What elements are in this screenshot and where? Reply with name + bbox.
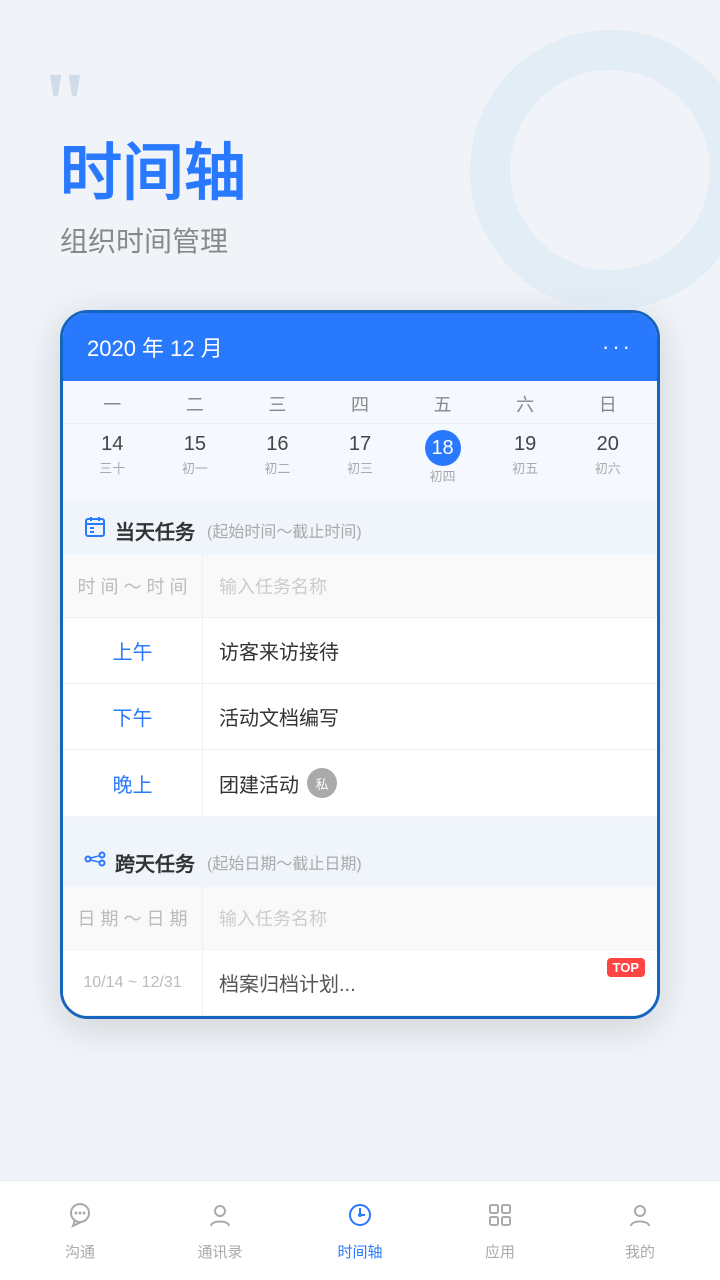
task-name-morning: 访客来访接待	[203, 618, 657, 683]
cross-task-preview-row[interactable]: 10/14 ~ 12/31 档案归档计划... TOP	[63, 950, 657, 1016]
date-16[interactable]: 16 初二	[236, 430, 319, 485]
quote-decoration: "	[40, 60, 90, 150]
task-time-placeholder: 时 间 ～ 时 间	[63, 555, 203, 617]
cross-tasks-sub: (起始日期～截止日期)	[207, 850, 362, 874]
nav-label-contacts: 通讯录	[197, 1241, 242, 1262]
nav-label-timeline: 时间轴	[337, 1241, 382, 1262]
date-14[interactable]: 14 三十	[71, 430, 154, 485]
task-name-afternoon: 活动文档编写	[203, 684, 657, 749]
date-15[interactable]: 15 初一	[154, 430, 237, 485]
daily-tasks-title: 当天任务	[115, 516, 195, 545]
contacts-icon	[205, 1200, 235, 1237]
section-separator	[63, 817, 657, 831]
date-18-today[interactable]: 18 初四	[401, 430, 484, 485]
task-input-row[interactable]: 时 间 ～ 时 间 输入任务名称	[63, 555, 657, 618]
task-row-afternoon[interactable]: 下午 活动文档编写	[63, 684, 657, 750]
task-name-placeholder[interactable]: 输入任务名称	[203, 555, 657, 617]
task-row-morning[interactable]: 上午 访客来访接待	[63, 618, 657, 684]
daily-tasks-icon	[83, 515, 107, 545]
calendar-dates: 14 三十 15 初一 16 初二 17 初三 18 初四 19 初五 20 初…	[63, 424, 657, 499]
date-19[interactable]: 19 初五	[484, 430, 567, 485]
nav-item-chat[interactable]: 沟通	[10, 1200, 150, 1262]
cross-task-name-placeholder[interactable]: 输入任务名称	[203, 887, 657, 949]
calendar-menu-dots[interactable]: ···	[602, 334, 633, 360]
title-part2: 轴	[184, 139, 246, 208]
apps-icon	[485, 1200, 515, 1237]
nav-item-apps[interactable]: 应用	[430, 1200, 570, 1262]
cross-task-preview-date: 10/14 ~ 12/31	[63, 950, 203, 1015]
bottom-nav: 沟通 通讯录 时间轴	[0, 1180, 720, 1280]
tasks-area: 当天任务 (起始时间～截止时间) 时 间 ～ 时 间 输入任务名称 上午 访客来…	[63, 499, 657, 1016]
task-time-am: 上午	[63, 618, 203, 683]
calendar-weekdays: 一 二 三 四 五 六 日	[63, 381, 657, 424]
task-time-pm: 下午	[63, 684, 203, 749]
cross-tasks-icon	[83, 847, 107, 877]
cross-task-date-placeholder: 日 期 ～ 日 期	[63, 887, 203, 949]
cross-tasks-title: 跨天任务	[115, 848, 195, 877]
calendar-month: 2020 年 12 月	[87, 331, 223, 363]
cross-task-preview-name: 档案归档计划... TOP	[203, 950, 657, 1015]
weekday-wed: 三	[236, 391, 319, 417]
weekday-sat: 六	[484, 391, 567, 417]
task-time-evening: 晚上	[63, 750, 203, 816]
nav-item-timeline[interactable]: 时间轴	[290, 1200, 430, 1262]
daily-tasks-header: 当天任务 (起始时间～截止时间)	[63, 499, 657, 555]
weekday-fri: 五	[401, 391, 484, 417]
date-17[interactable]: 17 初三	[319, 430, 402, 485]
mine-icon	[625, 1200, 655, 1237]
weekday-thu: 四	[319, 391, 402, 417]
weekday-sun: 日	[566, 391, 649, 417]
nav-label-mine: 我的	[625, 1241, 655, 1262]
nav-label-chat: 沟通	[65, 1241, 95, 1262]
task-name-evening: 团建活动 私	[203, 750, 657, 816]
date-20[interactable]: 20 初六	[566, 430, 649, 485]
task-row-evening[interactable]: 晚上 团建活动 私	[63, 750, 657, 817]
chat-icon	[65, 1200, 95, 1237]
nav-label-apps: 应用	[485, 1241, 515, 1262]
phone-card: 2020 年 12 月 ··· 一 二 三 四 五 六 日 14 三十 15 初…	[60, 310, 660, 1019]
nav-item-mine[interactable]: 我的	[570, 1200, 710, 1262]
cross-task-input-row[interactable]: 日 期 ～ 日 期 输入任务名称	[63, 887, 657, 950]
private-badge: 私	[307, 768, 337, 798]
calendar-header: 2020 年 12 月 ···	[63, 313, 657, 381]
weekday-mon: 一	[71, 391, 154, 417]
timeline-icon	[345, 1200, 375, 1237]
nav-item-contacts[interactable]: 通讯录	[150, 1200, 290, 1262]
daily-tasks-sub: (起始时间～截止时间)	[207, 518, 362, 542]
weekday-tue: 二	[154, 391, 237, 417]
cross-tasks-header: 跨天任务 (起始日期～截止日期)	[63, 831, 657, 887]
